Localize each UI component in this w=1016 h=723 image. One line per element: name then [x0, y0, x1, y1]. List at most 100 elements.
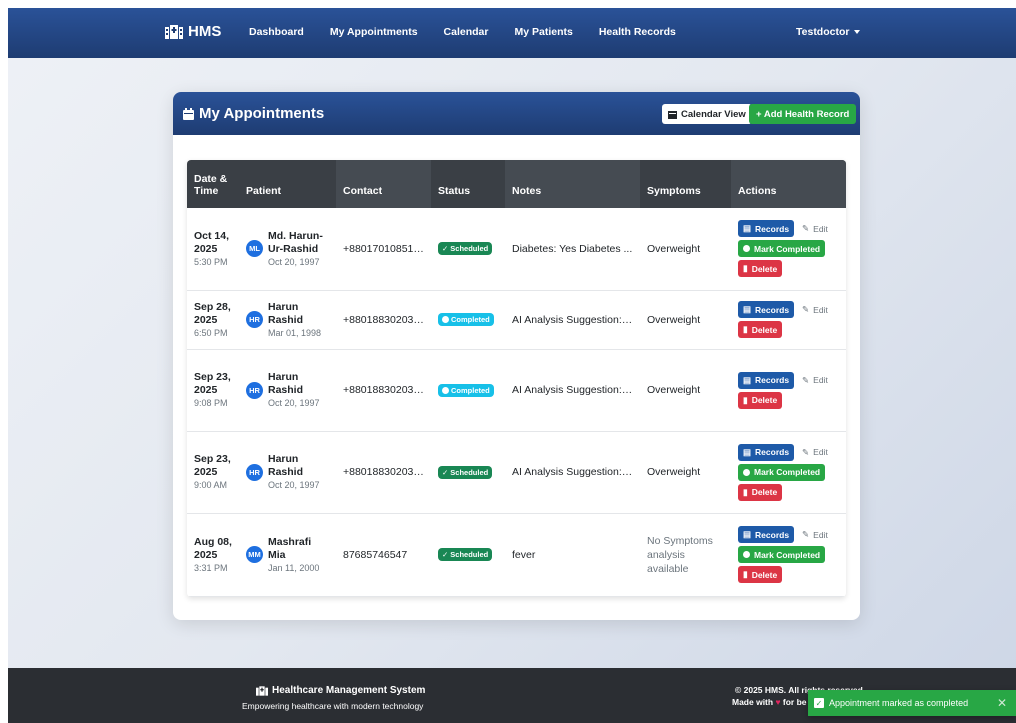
records-label: Records [755, 223, 790, 234]
footer-made-with: Made with ♥ for be [732, 697, 807, 707]
cell-symptoms: Overweight [640, 349, 731, 431]
user-menu[interactable]: Testdoctor [796, 26, 861, 38]
cell-status: ✓ Scheduled [431, 431, 505, 513]
symptoms-text: No Symptoms analysis available [647, 534, 713, 575]
toast-message: Appointment marked as completed [829, 698, 969, 708]
mark-completed-button[interactable]: Mark Completed [738, 240, 826, 258]
hospital-icon [256, 685, 268, 696]
delete-button[interactable]: ▮ Delete [738, 260, 783, 278]
cell-status: ✓ Scheduled [431, 208, 505, 290]
contact-number: +8801883020356 [343, 313, 424, 326]
mark-completed-button[interactable]: Mark Completed [738, 463, 826, 481]
records-button[interactable]: ▤ Records [738, 443, 795, 461]
nav-link-my-patients[interactable]: My Patients [514, 26, 572, 38]
mark-completed-label: Mark Completed [754, 243, 821, 254]
edit-link[interactable]: ✎ Edit [802, 375, 828, 386]
calendar-icon [183, 107, 194, 120]
nav-link-health-records[interactable]: Health Records [599, 26, 676, 38]
check-icon: ✓ [442, 244, 449, 254]
brand[interactable]: HMS [165, 23, 221, 40]
records-button[interactable]: ▤ Records [738, 371, 795, 389]
delete-label: Delete [751, 569, 778, 580]
mark-completed-button[interactable]: Mark Completed [738, 546, 826, 563]
appointments-table: Date & Time Patient Contact Status Notes… [187, 160, 846, 597]
mark-completed-label: Mark Completed [754, 467, 821, 477]
nav-link-calendar[interactable]: Calendar [444, 26, 489, 38]
edit-icon: ✎ [802, 223, 810, 234]
edit-label: Edit [813, 529, 828, 540]
delete-label: Delete [751, 487, 778, 497]
delete-button[interactable]: ▮ Delete [738, 483, 783, 501]
records-button[interactable]: ▤ Records [738, 301, 795, 318]
records-label: Records [755, 304, 790, 315]
table-header-row: Date & Time Patient Contact Status Notes… [187, 160, 846, 208]
patient-name: Harun Rashid [268, 371, 304, 396]
edit-label: Edit [813, 223, 828, 234]
cell-symptoms: No Symptoms analysis available [640, 513, 731, 596]
contact-number: 87685746547 [343, 548, 408, 561]
heart-icon: ♥ [775, 697, 781, 707]
appointment-notes: AI Analysis Suggestion: ... [512, 466, 633, 478]
col-header-contact: Contact [336, 160, 431, 208]
appointment-date: Aug 08, 2025 [194, 535, 232, 561]
edit-link[interactable]: ✎ Edit [802, 447, 828, 458]
close-icon[interactable]: ✕ [997, 696, 1007, 710]
footer-title-label: Healthcare Management System [272, 685, 426, 696]
cell-notes: AI Analysis Suggestion: ... [505, 290, 640, 349]
page-title-label: My Appointments [199, 105, 325, 122]
cell-actions: ▤ Records ✎ Edit ▮ Delete [731, 290, 846, 349]
edit-link[interactable]: ✎ Edit [802, 223, 828, 234]
footer-title: Healthcare Management System [256, 685, 425, 696]
hospital-icon [165, 24, 183, 39]
delete-button[interactable]: ▮ Delete [738, 566, 783, 583]
check-icon: ✓ [442, 550, 449, 559]
edit-icon: ✎ [802, 529, 810, 539]
contact-number: +8801883020356 [343, 466, 424, 478]
status-label: Completed [451, 385, 490, 395]
edit-icon: ✎ [802, 446, 810, 457]
symptoms-text: Overweight [647, 313, 701, 326]
add-health-record-button[interactable]: + Add Health Record [749, 104, 857, 124]
appointment-notes: AI Analysis Suggestion: ... [512, 313, 633, 326]
appointment-time: 6:50 PM [194, 327, 228, 338]
table-row: Sep 28, 2025 6:50 PM HR Harun Rashid Mar 01,… [187, 290, 846, 349]
status-label: Scheduled [450, 550, 489, 559]
symptoms-text: Overweight [647, 242, 701, 255]
cell-contact: +8801883020356 [336, 290, 431, 349]
table-row: Aug 08, 2025 3:31 PM MM Mashrafi Mia Jan 11,… [187, 513, 846, 596]
navbar: HMS Dashboard My Appointments Calendar M… [8, 8, 1016, 58]
edit-link[interactable]: ✎ Edit [802, 304, 828, 315]
contact-number: +8801701085147 [343, 242, 424, 255]
cell-date: Aug 08, 2025 3:31 PM [187, 513, 239, 596]
col-header-date: Date & Time [194, 173, 228, 197]
appointment-date: Oct 14, 2025 [194, 229, 230, 255]
cell-actions: ▤ Records ✎ Edit ▮ Delete [731, 349, 846, 431]
records-button[interactable]: ▤ Records [738, 526, 795, 543]
nav-link-dashboard[interactable]: Dashboard [249, 26, 304, 38]
edit-link[interactable]: ✎ Edit [802, 529, 828, 540]
delete-button[interactable]: ▮ Delete [738, 321, 783, 338]
file-icon: ▤ [743, 223, 752, 234]
nav-link-my-appointments[interactable]: My Appointments [330, 26, 418, 38]
appointment-time: 3:31 PM [194, 562, 228, 573]
records-button[interactable]: ▤ Records [738, 220, 795, 238]
file-icon: ▤ [743, 374, 752, 385]
delete-button[interactable]: ▮ Delete [738, 391, 783, 409]
cell-patient: MM Mashrafi Mia Jan 11, 2000 [239, 513, 336, 596]
check-icon: ✓ [442, 467, 449, 477]
avatar: HR [246, 311, 263, 328]
contact-number: +8801883020356 [343, 384, 424, 396]
nav-links: Dashboard My Appointments Calendar My Pa… [249, 26, 702, 38]
records-label: Records [755, 529, 790, 540]
trash-icon: ▮ [743, 486, 748, 497]
check-circle-icon [743, 245, 750, 253]
calendar-view-label: Calendar View [681, 108, 746, 120]
trash-icon: ▮ [743, 324, 748, 334]
patient-dob: Oct 20, 1997 [268, 480, 320, 490]
status-label: Scheduled [450, 467, 489, 477]
appointment-notes: AI Analysis Suggestion: ... [512, 384, 633, 396]
calendar-view-button[interactable]: Calendar View [662, 104, 752, 124]
symptoms-text: Overweight [647, 384, 701, 396]
footer-subtitle: Empowering healthcare with modern techno… [242, 701, 424, 711]
appointment-date: Sep 23, 2025 [194, 453, 231, 478]
